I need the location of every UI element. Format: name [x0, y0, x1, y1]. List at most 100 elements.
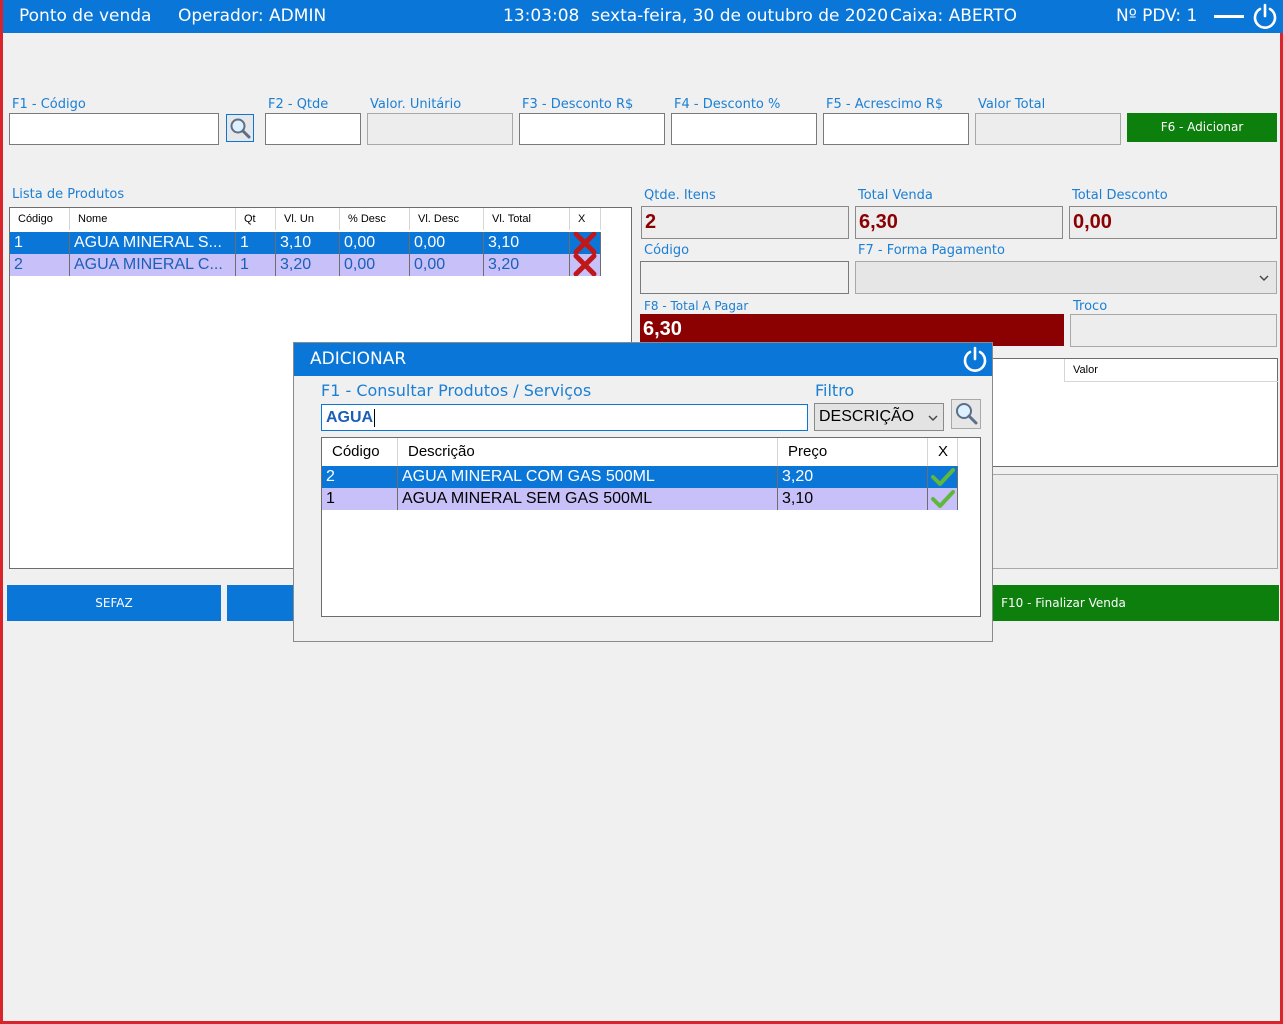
table-row[interactable]: 2 AGUA MINERAL C... 1 3,20 0,00 0,00 3,2… — [10, 254, 601, 276]
dialog-title-bar: ADICIONAR — [294, 343, 992, 376]
col-codigo[interactable]: Código — [10, 208, 70, 230]
text-caret — [374, 408, 376, 427]
sefaz-button[interactable]: SEFAZ — [7, 585, 221, 621]
minimize-icon[interactable] — [1214, 15, 1244, 18]
col-pct-desc[interactable]: % Desc — [340, 208, 410, 230]
add-button[interactable]: F6 - Adicionar — [1127, 113, 1277, 142]
green-check-icon[interactable] — [930, 488, 956, 510]
cell-codigo: 1 — [322, 488, 398, 510]
col-codigo[interactable]: Código — [322, 438, 398, 466]
pdv-number: Nº PDV: 1 — [1116, 6, 1198, 26]
total-pay-label: F8 - Total A Pagar — [644, 299, 749, 313]
date-label: sexta-feira, 30 de outubro de 2020 — [591, 6, 889, 26]
qty-label: F2 - Qtde — [268, 97, 329, 112]
select-cell[interactable] — [928, 488, 958, 510]
dialog-title: ADICIONAR — [310, 349, 407, 369]
green-check-icon[interactable] — [930, 466, 956, 488]
cell-pct-desc: 0,00 — [340, 232, 410, 254]
power-icon[interactable] — [962, 346, 988, 372]
delete-cell[interactable] — [570, 232, 601, 254]
red-x-icon[interactable] — [572, 232, 598, 254]
total-discount-label: Total Desconto — [1072, 188, 1168, 203]
product-table-header: Código Nome Qt Vl. Un % Desc Vl. Desc Vl… — [10, 208, 601, 230]
total-value-field — [975, 113, 1121, 145]
cell-vl-desc: 0,00 — [410, 232, 484, 254]
unit-value-label: Valor. Unitário — [370, 97, 462, 112]
code-input[interactable] — [9, 113, 219, 145]
cell-preco: 3,20 — [778, 466, 928, 488]
filter-value: DESCRIÇÃO — [819, 408, 915, 425]
cell-codigo: 2 — [10, 254, 70, 276]
search-products-label: F1 - Consultar Produtos / Serviços — [321, 381, 592, 400]
operator-label: Operador: ADMIN — [178, 6, 327, 26]
discount-pct-input[interactable] — [671, 113, 817, 145]
select-cell[interactable] — [928, 466, 958, 488]
cell-nome: AGUA MINERAL C... — [70, 254, 236, 276]
filter-label: Filtro — [815, 381, 855, 400]
col-descricao[interactable]: Descrição — [398, 438, 778, 466]
cell-vl-un: 3,20 — [276, 254, 340, 276]
col-nome[interactable]: Nome — [70, 208, 236, 230]
cell-nome: AGUA MINERAL S... — [70, 232, 236, 254]
col-vl-total[interactable]: Vl. Total — [484, 208, 570, 230]
title-bar: Ponto de venda Operador: ADMIN 13:03:08 … — [3, 0, 1283, 33]
add-product-dialog: ADICIONAR F1 - Consultar Produtos / Serv… — [293, 342, 993, 642]
payment-code-label: Código — [644, 243, 690, 258]
search-value: AGUA — [326, 409, 374, 426]
app-title: Ponto de venda — [19, 6, 152, 26]
app-window: Ponto de venda Operador: ADMIN 13:03:08 … — [0, 0, 1283, 1024]
total-sale-label: Total Venda — [858, 188, 933, 203]
table-row[interactable]: 1 AGUA MINERAL S... 1 3,10 0,00 0,00 3,1… — [10, 232, 601, 254]
product-list-title: Lista de Produtos — [12, 187, 125, 202]
cell-vl-total: 3,20 — [484, 254, 570, 276]
magnifier-icon — [230, 118, 251, 139]
cashier-status: Caixa: ABERTO — [890, 6, 1017, 26]
search-results-table[interactable]: Código Descrição Preço X 2 AGUA MINERAL … — [321, 437, 981, 617]
cell-qt: 1 — [236, 232, 276, 254]
clock: 13:03:08 — [503, 6, 580, 26]
search-products-button[interactable] — [951, 399, 981, 429]
delete-cell[interactable] — [570, 254, 601, 276]
magnifier-icon — [956, 403, 978, 425]
total-value-label: Valor Total — [978, 97, 1046, 112]
search-products-input[interactable]: AGUA — [321, 404, 808, 431]
surcharge-label: F5 - Acrescimo R$ — [826, 97, 944, 112]
cell-vl-un: 3,10 — [276, 232, 340, 254]
surcharge-input[interactable] — [823, 113, 969, 145]
discount-rs-input[interactable] — [519, 113, 665, 145]
change-field — [1070, 314, 1277, 347]
col-preco[interactable]: Preço — [778, 438, 928, 466]
col-x[interactable]: X — [928, 438, 958, 466]
cell-vl-desc: 0,00 — [410, 254, 484, 276]
col-vl-un[interactable]: Vl. Un — [276, 208, 340, 230]
red-x-icon[interactable] — [572, 254, 598, 276]
payment-method-select[interactable] — [855, 261, 1277, 294]
payment-code-input[interactable] — [640, 261, 849, 294]
cell-qt: 1 — [236, 254, 276, 276]
discount-pct-label: F4 - Desconto % — [674, 97, 781, 112]
total-sale-value: 6,30 — [855, 206, 1063, 239]
table-row[interactable]: 2 AGUA MINERAL COM GAS 500ML 3,20 — [322, 466, 958, 488]
cell-preco: 3,10 — [778, 488, 928, 510]
cell-vl-total: 3,10 — [484, 232, 570, 254]
unit-value-field — [367, 113, 513, 145]
cell-pct-desc: 0,00 — [340, 254, 410, 276]
code-search-button[interactable] — [226, 114, 254, 142]
table-row[interactable]: 1 AGUA MINERAL SEM GAS 500ML 3,10 — [322, 488, 958, 510]
qty-items-value: 2 — [641, 206, 849, 239]
change-label: Troco — [1073, 299, 1108, 314]
chevron-down-icon — [1259, 275, 1269, 281]
qty-items-label: Qtde. Itens — [644, 188, 716, 203]
col-vl-desc[interactable]: Vl. Desc — [410, 208, 484, 230]
col-x[interactable]: X — [570, 208, 601, 230]
power-icon[interactable] — [1252, 3, 1278, 29]
payments-value-header[interactable]: Valor — [1064, 359, 1278, 382]
filter-select[interactable]: DESCRIÇÃO — [814, 403, 944, 431]
chevron-down-icon — [928, 415, 938, 421]
col-qt[interactable]: Qt — [236, 208, 276, 230]
qty-input[interactable] — [265, 113, 361, 145]
cell-codigo: 2 — [322, 466, 398, 488]
code-label: F1 - Código — [12, 97, 86, 112]
discount-rs-label: F3 - Desconto R$ — [522, 97, 634, 112]
total-discount-value: 0,00 — [1069, 206, 1277, 239]
